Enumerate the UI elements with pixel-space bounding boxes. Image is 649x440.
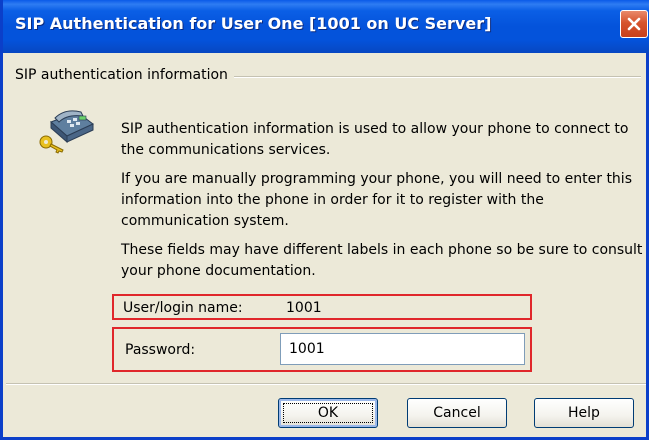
phone-key-icon [39, 110, 94, 154]
info-paragraph-1: SIP authentication information is used t… [121, 121, 629, 158]
help-button[interactable]: Help [534, 398, 634, 428]
sip-auth-dialog: SIP Authentication for User One [1001 on… [0, 0, 649, 440]
close-button[interactable] [620, 10, 648, 38]
help-button-label: Help [568, 405, 600, 421]
cancel-button-label: Cancel [433, 405, 481, 421]
password-field[interactable] [280, 333, 525, 365]
close-icon [627, 17, 641, 31]
cancel-button[interactable]: Cancel [407, 398, 507, 428]
ok-button-label: OK [317, 405, 339, 421]
info-paragraph-3: These fields may have different labels i… [121, 242, 643, 279]
window-title: SIP Authentication for User One [1001 on… [15, 14, 492, 33]
group-label: SIP authentication information [15, 67, 234, 83]
password-label: Password: [125, 342, 196, 358]
user-login-label: User/login name: [123, 300, 243, 316]
title-bar[interactable]: SIP Authentication for User One [1001 on… [3, 0, 649, 53]
user-login-value: 1001 [286, 300, 322, 316]
ok-button[interactable]: OK [278, 398, 378, 428]
info-paragraph-2: If you are manually programming your pho… [121, 171, 632, 229]
button-separator [6, 383, 646, 385]
